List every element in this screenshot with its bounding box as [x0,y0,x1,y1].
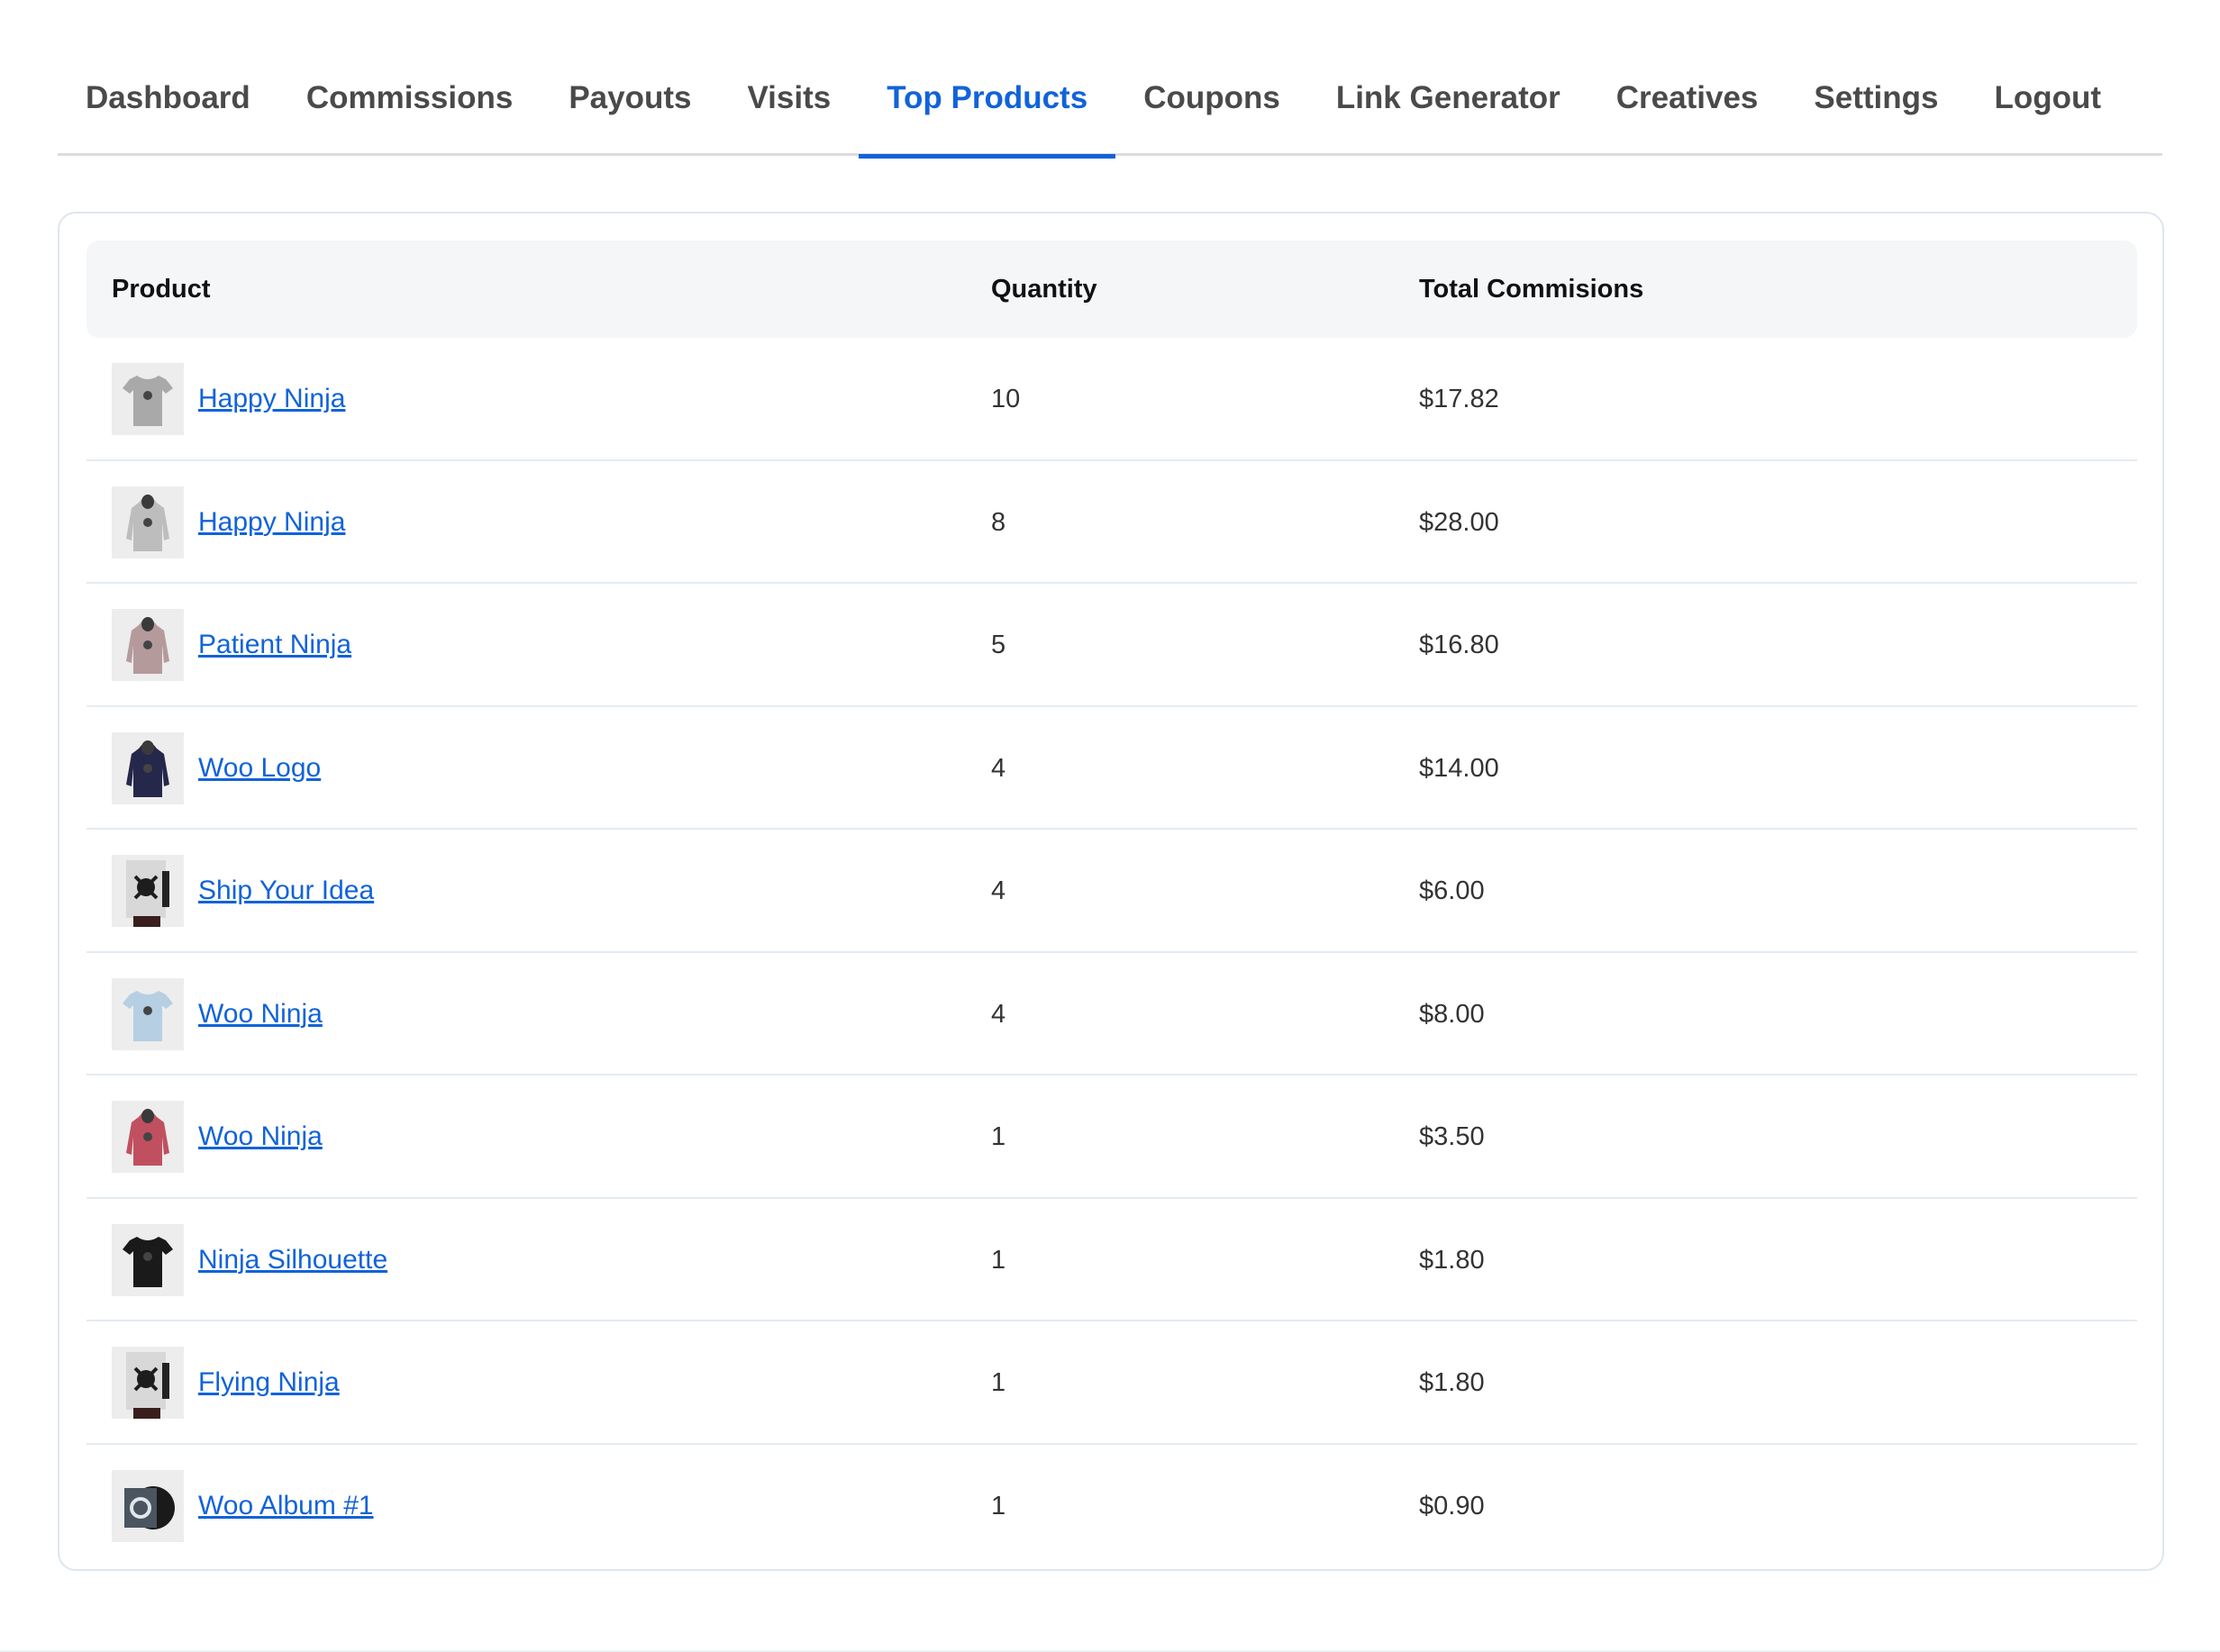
product-quantity: 1 [991,1491,1006,1520]
product-link[interactable]: Woo Ninja [198,1076,323,1198]
table-row: Happy Ninja 8 $28.00 [86,461,2137,584]
product-thumbnail[interactable] [112,609,184,681]
product-quantity: 1 [991,1122,1006,1151]
product-quantity: 1 [991,1245,1006,1275]
product-quantity: 4 [991,999,1006,1029]
product-link[interactable]: Happy Ninja [198,338,345,460]
product-link[interactable]: Happy Ninja [198,461,345,584]
header-quantity: Quantity [991,275,1097,304]
product-total-commission: $6.00 [1419,876,1485,905]
table-row: Woo Ninja 4 $8.00 [86,953,2137,1076]
product-link[interactable]: Woo Ninja [198,953,323,1076]
table-row: Happy Ninja 10 $17.82 [86,338,2137,461]
table-row: Patient Ninja 5 $16.80 [86,584,2137,707]
product-thumbnail[interactable] [112,1347,184,1419]
product-total-commission: $17.82 [1419,385,1499,413]
product-link[interactable]: Woo Logo [198,707,321,830]
product-thumbnail[interactable] [112,1469,184,1542]
product-quantity: 8 [991,507,1006,537]
product-total-commission: $0.90 [1419,1491,1485,1520]
product-quantity: 1 [991,1368,1006,1397]
header-product: Product [112,275,211,304]
product-total-commission: $1.80 [1419,1245,1485,1275]
table-row: Woo Ninja 1 $3.50 [86,1076,2137,1199]
tab-commissions[interactable]: Commissions [278,54,541,156]
product-quantity: 4 [991,753,1006,783]
table-row: Ship Your Idea 4 $6.00 [86,830,2137,953]
product-total-commission: $8.00 [1419,999,1485,1029]
product-thumbnail[interactable] [112,1101,184,1173]
product-total-commission: $14.00 [1419,753,1499,783]
product-total-commission: $16.80 [1419,631,1499,659]
affiliate-area: Dashboard Commissions Payouts Visits Top… [0,0,2220,1652]
product-link[interactable]: Woo Album #1 [198,1445,374,1567]
product-quantity: 10 [991,385,1021,413]
tab-settings[interactable]: Settings [1786,54,1966,156]
product-thumbnail[interactable] [112,977,184,1050]
product-quantity: 5 [991,631,1006,659]
tab-dashboard[interactable]: Dashboard [58,54,278,156]
product-quantity: 4 [991,876,1006,905]
tab-logout[interactable]: Logout [1966,54,2129,156]
header-total-commissions: Total Commisions [1419,275,1644,304]
product-thumbnail[interactable] [112,731,184,804]
product-total-commission: $28.00 [1419,507,1499,537]
tab-creatives[interactable]: Creatives [1588,54,1787,156]
product-total-commission: $3.50 [1419,1122,1485,1151]
tab-bar: Dashboard Commissions Payouts Visits Top… [58,54,2162,159]
tab-top-products[interactable]: Top Products [859,54,1116,159]
tab-payouts[interactable]: Payouts [541,54,719,156]
table-row: Woo Logo 4 $14.00 [86,707,2137,830]
tab-visits[interactable]: Visits [719,54,859,156]
product-link[interactable]: Patient Ninja [198,584,351,706]
tab-link-generator[interactable]: Link Generator [1308,54,1588,156]
product-thumbnail[interactable] [112,855,184,927]
table-row: Woo Album #1 1 $0.90 [86,1445,2137,1568]
product-link[interactable]: Ninja Silhouette [198,1199,387,1321]
product-link[interactable]: Flying Ninja [198,1321,340,1444]
product-total-commission: $1.80 [1419,1368,1485,1397]
product-thumbnail[interactable] [112,363,184,435]
product-thumbnail[interactable] [112,1223,184,1296]
table-header: Product Quantity Total Commisions [86,241,2137,338]
top-products-table: Product Quantity Total Commisions Happy … [58,212,2164,1571]
product-thumbnail[interactable] [112,486,184,558]
product-link[interactable]: Ship Your Idea [198,830,374,952]
table-row: Flying Ninja 1 $1.80 [86,1321,2137,1445]
tab-coupons[interactable]: Coupons [1115,54,1308,156]
table-row: Ninja Silhouette 1 $1.80 [86,1199,2137,1321]
table-body: Happy Ninja 10 $17.82 Happy Ninja 8 $28.… [86,338,2137,1567]
